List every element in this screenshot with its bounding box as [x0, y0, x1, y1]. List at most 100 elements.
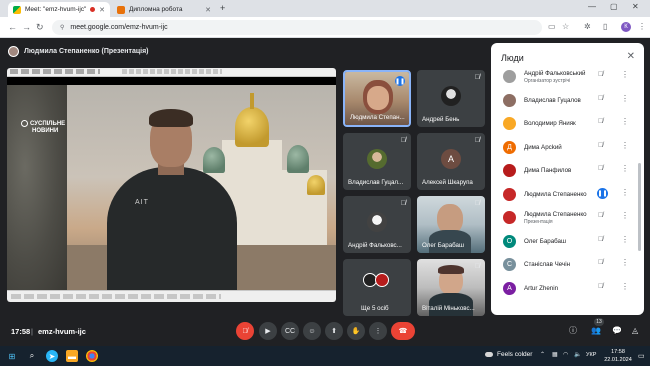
more-vert-icon[interactable]: ⋮ — [621, 164, 629, 173]
tray-chevron-icon[interactable]: ⌃ — [540, 351, 545, 358]
mic-off-icon[interactable]: 🎙̸ — [598, 236, 603, 243]
presentation-view: AIT СУСПІЛЬНЕ НОВИНИ — [7, 68, 336, 302]
volume-icon[interactable]: 🔈 — [574, 351, 581, 358]
participant-tile[interactable]: 🎙̸ А Алексей Шкарупа — [417, 133, 485, 190]
participant-role: Організатор зустрічі — [524, 78, 571, 84]
participant-tile[interactable]: 🎙̸ Олег Барабаш — [417, 196, 485, 253]
people-list-item[interactable]: Д Дима Арсkий 🎙̸ ⋮ — [491, 137, 636, 159]
people-list-item[interactable]: A Artur Zhenin 🎙̸ ⋮ — [491, 278, 636, 300]
site-info-icon[interactable]: ⚲ — [60, 24, 64, 31]
reactions-button[interactable]: ☺ — [303, 322, 321, 340]
participant-tile[interactable]: 🎙̸ Владислав Гуцал... — [343, 133, 411, 190]
minimize-button[interactable]: — — [588, 2, 596, 11]
windows-taskbar: ⊞ ⌕ ➤ ▬ Feels colder ⌃ ▦ ◠ 🔈 УКР 17:58 2… — [0, 346, 650, 366]
camera-in-use-icon[interactable]: ▭ — [548, 22, 556, 32]
participant-tile[interactable]: 🎙̸ Віталій Міньковс... — [417, 259, 485, 316]
more-vert-icon[interactable]: ⋮ — [621, 258, 629, 267]
system-clock[interactable]: 17:58 22.01.2024 — [604, 348, 632, 364]
more-vert-icon[interactable]: ⋮ — [621, 70, 629, 79]
back-icon[interactable]: ← — [8, 21, 17, 33]
people-list-item[interactable]: Андрій Фальковський Організатор зустрічі 🎙… — [491, 66, 636, 88]
participant-tile[interactable]: 🎙̸ Андрей Бень — [417, 70, 485, 127]
network-icon[interactable]: ▦ — [552, 351, 558, 358]
camera-toggle-button[interactable]: ▶ — [259, 322, 277, 340]
more-options-button[interactable]: ⋮ — [369, 322, 387, 340]
speaking-indicator-icon[interactable]: ❚❚ — [597, 187, 608, 199]
participant-avatar — [503, 187, 516, 201]
people-list-item[interactable]: С Станіслав Чечін 🎙̸ ⋮ — [491, 254, 636, 276]
mic-off-icon[interactable]: 🎙̸ — [598, 212, 603, 219]
people-scrollbar[interactable] — [638, 163, 641, 251]
close-window-button[interactable]: ✕ — [632, 2, 639, 11]
participant-avatar — [503, 164, 516, 177]
bookmark-star-icon[interactable]: ☆ — [562, 22, 569, 32]
weather-widget[interactable]: Feels colder — [485, 351, 532, 358]
mic-off-icon[interactable]: 🎙̸ — [598, 95, 603, 102]
more-vert-icon[interactable]: ⋮ — [621, 188, 629, 197]
mic-off-icon[interactable]: 🎙̸ — [598, 165, 603, 172]
tab-thesis[interactable]: Дипломна робота ✕ — [112, 2, 216, 17]
participant-avatar: О — [503, 234, 516, 248]
people-list-item[interactable]: О Олег Барабаш 🎙̸ ⋮ — [491, 231, 636, 253]
windows-start-icon[interactable]: ⊞ — [6, 350, 18, 362]
mic-off-icon[interactable]: 🎙̸ — [598, 283, 603, 290]
weather-text: Feels colder — [497, 351, 533, 358]
participant-name: Дима Арсkий — [524, 143, 562, 151]
tab-close-icon[interactable]: ✕ — [205, 6, 211, 14]
side-panel-icon[interactable]: ▯ — [603, 22, 607, 32]
mic-off-icon: 🎙̸ — [474, 263, 480, 270]
url-field[interactable]: ⚲ meet.google.com/emz-hvum-ijc — [52, 20, 542, 35]
mic-off-icon[interactable]: 🎙̸ — [598, 118, 603, 125]
chat-icon[interactable]: 💬 — [612, 326, 622, 336]
people-list-item[interactable]: Дима Панфилов 🎙̸ ⋮ — [491, 160, 636, 182]
people-icon[interactable]: 👥 — [591, 326, 601, 336]
more-vert-icon[interactable]: ⋮ — [621, 117, 629, 126]
people-list-item[interactable]: Володимир Янияк 🎙̸ ⋮ — [491, 113, 636, 135]
mic-off-icon[interactable]: 🎙̸ — [598, 142, 603, 149]
people-list-item[interactable]: Людмила Степаненко Презентація 🎙̸ ⋮ — [491, 207, 636, 229]
file-explorer-icon[interactable]: ▬ — [66, 350, 78, 362]
close-icon[interactable]: ✕ — [627, 51, 635, 62]
mic-toggle-button[interactable]: 🎙̸ — [236, 322, 254, 340]
language-indicator[interactable]: УКР — [586, 352, 596, 358]
cloud-icon — [485, 352, 493, 357]
more-participants-tile[interactable]: Ще 5 осіб — [343, 259, 411, 316]
participant-tile[interactable]: ❚❚ Людмила Степан... — [343, 70, 411, 127]
mic-off-icon[interactable]: 🎙̸ — [598, 259, 603, 266]
participant-name: Андрій Фальковс... — [348, 242, 402, 249]
new-tab-button[interactable]: + — [220, 3, 225, 13]
participant-name: Володимир Янияк — [524, 120, 576, 127]
notifications-icon[interactable]: ▭ — [638, 352, 645, 360]
leave-call-button[interactable]: ☎ — [391, 322, 415, 340]
extensions-icon[interactable]: ✲ — [584, 22, 591, 32]
participant-name: Олег Барабаш — [524, 237, 566, 245]
reload-icon[interactable]: ↻ — [36, 21, 44, 33]
tab-close-icon[interactable]: ✕ — [99, 6, 105, 14]
mic-off-icon[interactable]: 🎙̸ — [598, 71, 603, 78]
more-vert-icon[interactable]: ⋮ — [621, 94, 629, 103]
captions-button[interactable]: CC — [281, 322, 299, 340]
profile-avatar[interactable]: К — [621, 22, 631, 32]
maximize-button[interactable]: ▢ — [610, 2, 618, 11]
browser-menu-icon[interactable]: ⋮ — [638, 22, 646, 32]
activities-icon[interactable]: ◬ — [632, 326, 638, 336]
participant-avatar: С — [503, 258, 516, 271]
participant-tile[interactable]: 🎙̸ Андрій Фальковс... — [343, 196, 411, 253]
telegram-icon[interactable]: ➤ — [46, 350, 58, 362]
participant-name: Дима Панфилов — [524, 167, 572, 174]
wifi-icon[interactable]: ◠ — [563, 351, 568, 358]
chrome-icon[interactable] — [86, 350, 98, 362]
search-icon[interactable]: ⌕ — [26, 350, 38, 362]
present-button[interactable]: ⬆ — [325, 322, 343, 340]
more-vert-icon[interactable]: ⋮ — [621, 282, 629, 291]
tab-meet[interactable]: Meet: "emz-hvum-ijc" ✕ — [8, 2, 110, 17]
participant-count-badge: 13 — [594, 318, 604, 326]
more-vert-icon[interactable]: ⋮ — [621, 211, 629, 220]
more-vert-icon[interactable]: ⋮ — [621, 141, 629, 150]
meeting-details-icon[interactable]: ⓘ — [569, 326, 577, 336]
raise-hand-button[interactable]: ✋ — [347, 322, 365, 340]
forward-icon[interactable]: → — [22, 21, 31, 33]
people-list-item[interactable]: Людмила Степаненко ❚❚ ⋮ — [491, 184, 636, 206]
more-vert-icon[interactable]: ⋮ — [621, 235, 629, 244]
people-list-item[interactable]: Владислав Гуцалов 🎙̸ ⋮ — [491, 90, 636, 112]
